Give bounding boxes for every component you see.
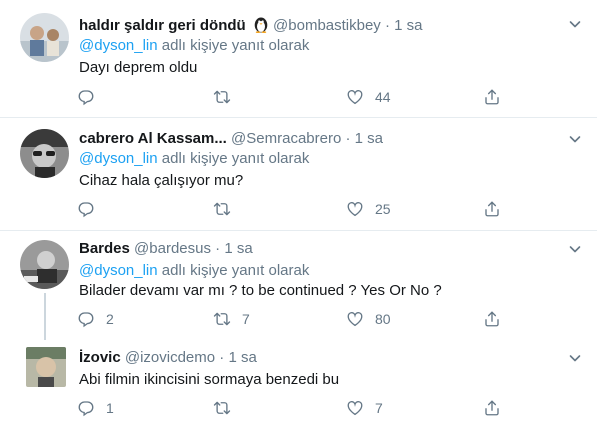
timestamp[interactable]: 1 sa xyxy=(355,130,383,147)
reply-button[interactable]: 1 xyxy=(77,398,114,418)
chevron-down-icon[interactable] xyxy=(567,350,583,366)
tweet[interactable]: Bardes @bardesus · 1 sa @dyson_lin adlı … xyxy=(0,231,597,340)
retweet-icon xyxy=(213,88,231,106)
retweet-button[interactable] xyxy=(213,398,242,418)
reply-icon xyxy=(77,399,95,417)
share-icon xyxy=(483,88,501,106)
tweet-actions: 1 7 xyxy=(0,398,597,418)
like-button[interactable]: 25 xyxy=(346,199,391,219)
share-icon xyxy=(483,310,501,328)
heart-icon xyxy=(346,200,364,218)
share-button[interactable] xyxy=(483,199,501,219)
separator: · xyxy=(384,17,390,34)
reply-icon xyxy=(77,310,95,328)
heart-icon xyxy=(346,88,364,106)
tweet[interactable]: İzovic @izovicdemo · 1 sa Abi filmin iki… xyxy=(0,340,597,434)
reply-button[interactable] xyxy=(77,199,106,219)
reply-context: @dyson_lin adlı kişiye yanıt olarak xyxy=(79,262,309,280)
heart-icon xyxy=(346,399,364,417)
reply-count: 1 xyxy=(106,400,114,416)
tweet-header: cabrero Al Kassam... @Semracabrero · 1 s… xyxy=(79,130,577,148)
retweet-button[interactable] xyxy=(213,87,242,107)
separator: · xyxy=(219,349,225,366)
share-button[interactable] xyxy=(483,398,501,418)
reply-icon xyxy=(77,200,95,218)
retweet-button[interactable]: 7 xyxy=(213,309,250,329)
mention-link[interactable]: @dyson_lin xyxy=(79,150,158,167)
like-count: 44 xyxy=(375,89,391,105)
tweet-actions: 44 xyxy=(0,87,597,107)
like-count: 80 xyxy=(375,311,391,327)
retweet-button[interactable] xyxy=(213,199,242,219)
user-handle[interactable]: @bombastikbey xyxy=(273,17,381,34)
heart-icon xyxy=(346,310,364,328)
like-count: 25 xyxy=(375,201,391,217)
reply-context-label: adlı kişiye yanıt olarak xyxy=(161,262,310,279)
share-icon xyxy=(483,399,501,417)
mention-link[interactable]: @dyson_lin xyxy=(79,262,158,279)
user-handle[interactable]: @izovicdemo xyxy=(125,349,215,366)
penguin-emoji-icon xyxy=(253,15,269,38)
reply-count: 2 xyxy=(106,311,114,327)
retweet-count: 7 xyxy=(242,311,250,327)
tweet-actions: 25 xyxy=(0,199,597,219)
tweet[interactable]: cabrero Al Kassam... @Semracabrero · 1 s… xyxy=(0,118,597,231)
reply-context: @dyson_lin adlı kişiye yanıt olarak xyxy=(79,37,309,55)
tweet-actions: 2 7 80 xyxy=(0,309,597,329)
reply-context-label: adlı kişiye yanıt olarak xyxy=(161,37,310,54)
tweet-text: Cihaz hala çalışıyor mu? xyxy=(79,172,244,189)
retweet-icon xyxy=(213,310,231,328)
separator: · xyxy=(215,240,221,257)
user-handle[interactable]: @bardesus xyxy=(134,240,211,257)
like-button[interactable]: 80 xyxy=(346,309,391,329)
avatar[interactable] xyxy=(20,240,69,289)
retweet-icon xyxy=(213,200,231,218)
timestamp[interactable]: 1 sa xyxy=(394,17,422,34)
reply-context: @dyson_lin adlı kişiye yanıt olarak xyxy=(79,150,309,168)
reply-icon xyxy=(77,88,95,106)
reply-button[interactable]: 2 xyxy=(77,309,114,329)
reply-context-label: adlı kişiye yanıt olarak xyxy=(161,150,310,167)
timestamp[interactable]: 1 sa xyxy=(228,349,256,366)
user-handle[interactable]: @Semracabrero xyxy=(231,130,341,147)
display-name[interactable]: İzovic xyxy=(79,349,121,366)
like-count: 7 xyxy=(375,400,383,416)
avatar[interactable] xyxy=(26,347,66,387)
display-name[interactable]: haldır şaldır geri döndü xyxy=(79,17,246,34)
display-name[interactable]: cabrero Al Kassam... xyxy=(79,130,227,147)
like-button[interactable]: 44 xyxy=(346,87,391,107)
tweet-text: Dayı deprem oldu xyxy=(79,59,198,76)
tweet[interactable]: haldır şaldır geri döndü @bombastikbey ·… xyxy=(0,0,597,118)
avatar[interactable] xyxy=(20,129,69,178)
chevron-down-icon[interactable] xyxy=(567,131,583,147)
tweet-text: Bilader devamı var mı ? to be continued … xyxy=(79,282,442,299)
chevron-down-icon[interactable] xyxy=(567,241,583,257)
display-name[interactable]: Bardes xyxy=(79,240,130,257)
timestamp[interactable]: 1 sa xyxy=(224,240,252,257)
separator: · xyxy=(345,130,351,147)
tweet-header: haldır şaldır geri döndü @bombastikbey ·… xyxy=(79,15,577,38)
share-button[interactable] xyxy=(483,87,501,107)
avatar[interactable] xyxy=(20,13,69,62)
tweet-header: İzovic @izovicdemo · 1 sa xyxy=(79,349,577,367)
share-icon xyxy=(483,200,501,218)
retweet-icon xyxy=(213,399,231,417)
mention-link[interactable]: @dyson_lin xyxy=(79,37,158,54)
share-button[interactable] xyxy=(483,309,501,329)
tweet-text: Abi filmin ikincisini sormaya benzedi bu xyxy=(79,371,340,388)
tweet-header: Bardes @bardesus · 1 sa xyxy=(79,240,577,258)
like-button[interactable]: 7 xyxy=(346,398,383,418)
reply-button[interactable] xyxy=(77,87,106,107)
chevron-down-icon[interactable] xyxy=(567,16,583,32)
